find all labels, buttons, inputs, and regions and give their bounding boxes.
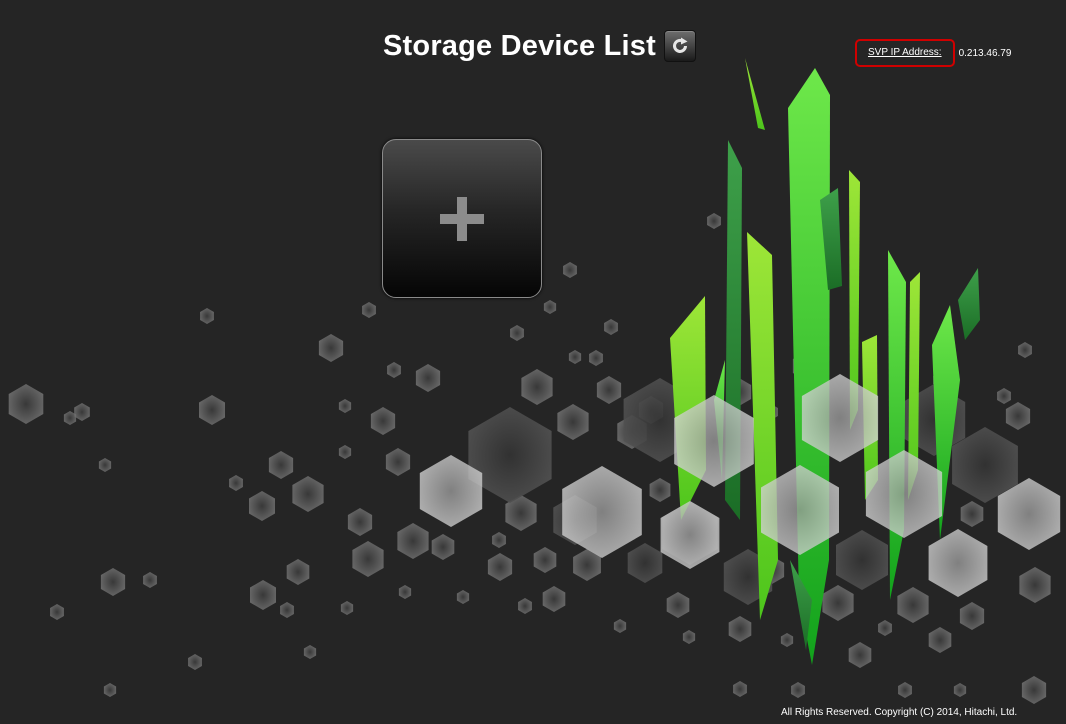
- decorative-hexagon: [563, 262, 577, 278]
- decorative-hexagon: [74, 403, 90, 421]
- decorative-hexagon: [370, 407, 396, 435]
- decorative-hexagon: [596, 376, 622, 404]
- decorative-hexagon: [338, 399, 352, 413]
- decorative-hexagon: [229, 475, 243, 491]
- decorative-hexagon: [928, 529, 988, 597]
- decorative-hexagon: [98, 458, 112, 472]
- decorative-hexagon: [250, 580, 276, 610]
- decorative-hexagon: [397, 523, 429, 559]
- decorative-hexagon: [928, 627, 952, 653]
- decorative-hexagon: [387, 362, 401, 378]
- decorative-hexagon: [521, 369, 553, 405]
- decorative-hexagon: [362, 302, 376, 318]
- decorative-hexagon: [103, 683, 117, 697]
- copyright-text: All Rights Reserved. Copyright (C) 2014,…: [781, 707, 1018, 718]
- decorative-green-shard: [888, 250, 906, 600]
- decorative-hexagon: [627, 543, 663, 583]
- decorative-hexagon: [1018, 342, 1032, 358]
- decorative-hexagon: [200, 308, 214, 324]
- decorative-hexagon: [728, 616, 752, 642]
- decorative-hexagon: [1019, 567, 1051, 603]
- decorative-hexagon: [347, 508, 373, 536]
- decorative-hexagon: [143, 572, 157, 588]
- decorative-hexagon: [953, 683, 967, 697]
- decorative-hexagon: [897, 587, 929, 623]
- add-storage-device-button[interactable]: [382, 139, 542, 298]
- decorative-hexagon: [199, 395, 225, 425]
- decorative-hexagon: [338, 445, 352, 459]
- decorative-hexagon: [456, 590, 470, 604]
- decorative-hexagon: [568, 350, 582, 364]
- decorative-hexagon: [398, 585, 412, 599]
- decorative-hexagon: [510, 325, 524, 341]
- decorative-hexagon: [822, 585, 854, 621]
- decorative-hexagon: [604, 319, 618, 335]
- plus-icon: [440, 196, 484, 241]
- decorative-hexagon: [613, 619, 627, 633]
- decorative-hexagon: [303, 645, 317, 659]
- decorative-hexagon: [487, 553, 513, 581]
- decorative-hexagon: [8, 384, 44, 424]
- decorative-hexagon: [492, 532, 506, 548]
- decorative-hexagon: [352, 541, 384, 577]
- decorative-hexagon: [431, 534, 455, 560]
- decorative-hexagon: [249, 491, 275, 521]
- decorative-hexagon: [292, 476, 324, 512]
- decorative-hexagon: [340, 601, 354, 615]
- decorative-hexagon: [50, 604, 64, 620]
- decorative-hexagon: [100, 568, 126, 596]
- svp-ip-address-value: 0.213.46.79: [958, 47, 1012, 59]
- decorative-hexagon: [997, 388, 1011, 404]
- decorative-hexagon: [682, 630, 696, 644]
- decorative-hexagon: [286, 559, 310, 585]
- decorative-hexagon: [666, 592, 690, 618]
- decorative-hexagon: [707, 213, 721, 229]
- decorative-hexagon: [878, 620, 892, 636]
- decorative-hexagon: [836, 530, 888, 590]
- decorative-hexagon: [542, 586, 566, 612]
- decorative-hexagon: [791, 682, 805, 698]
- decorative-hexagon: [898, 682, 912, 698]
- header: Storage Device List: [383, 28, 696, 64]
- decorative-hexagon: [557, 404, 589, 440]
- decorative-hexagon: [318, 334, 344, 362]
- decorative-hexagon: [385, 448, 411, 476]
- svp-ip-address: SVP IP Address: 0.213.46.79: [855, 39, 1011, 67]
- decorative-hexagon: [1005, 402, 1031, 430]
- decorative-hexagon: [959, 602, 985, 630]
- decorative-hexagon: [188, 654, 202, 670]
- decorative-hexagon: [960, 501, 984, 527]
- refresh-icon: [672, 37, 688, 53]
- decorative-hexagon: [533, 547, 557, 573]
- refresh-button[interactable]: [663, 30, 696, 62]
- background-artwork: [8, 58, 1061, 704]
- svp-ip-address-link[interactable]: SVP IP Address:: [855, 39, 955, 67]
- decorative-green-shard: [958, 268, 980, 340]
- decorative-hexagon: [848, 642, 872, 668]
- decorative-green-shard: [745, 58, 765, 130]
- decorative-hexagon: [543, 300, 557, 314]
- decorative-hexagon: [518, 598, 532, 614]
- decorative-hexagon: [733, 681, 747, 697]
- decorative-hexagon: [280, 602, 294, 618]
- decorative-hexagon: [268, 451, 294, 479]
- decorative-hexagon: [649, 478, 671, 502]
- decorative-hexagon: [589, 350, 603, 366]
- decorative-hexagon: [415, 364, 441, 392]
- decorative-hexagon: [780, 633, 794, 647]
- page-title: Storage Device List: [383, 29, 656, 62]
- decorative-hexagon: [1021, 676, 1047, 704]
- decorative-hexagon: [660, 501, 720, 569]
